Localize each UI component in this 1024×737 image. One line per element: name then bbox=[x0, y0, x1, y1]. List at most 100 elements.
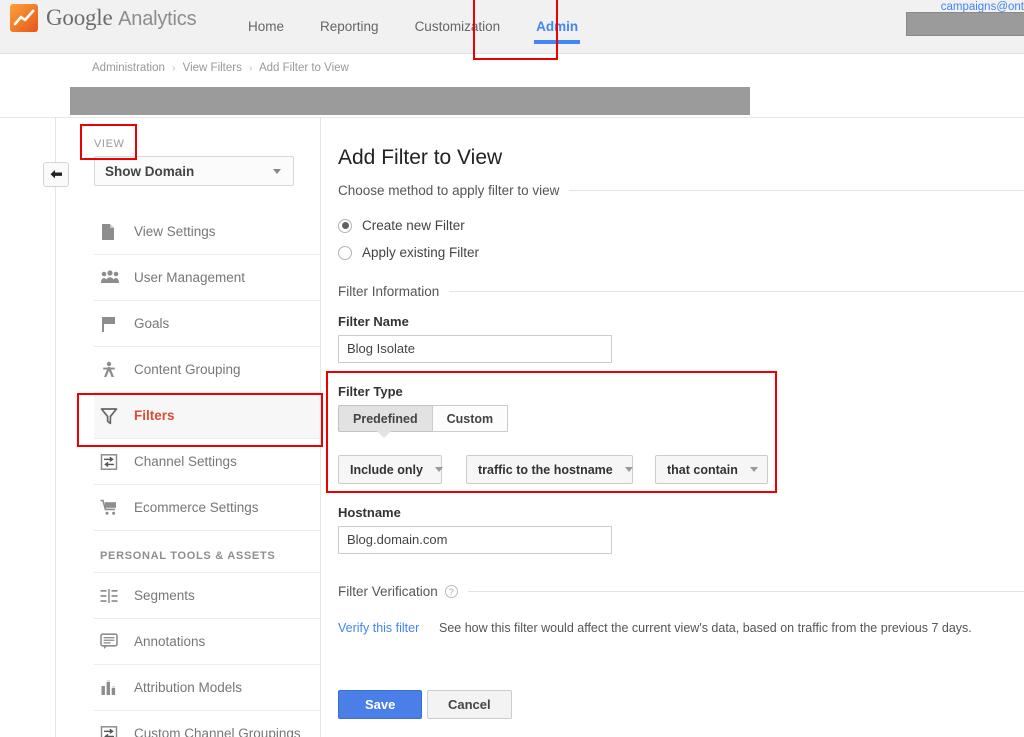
property-redaction-bar bbox=[70, 87, 750, 115]
select-value: that contain bbox=[667, 462, 738, 477]
page-title: Add Filter to View bbox=[338, 146, 503, 169]
filter-condition-select[interactable]: that contain bbox=[655, 455, 768, 484]
sidebar-item-custom-channel-groupings[interactable]: Custom Channel Groupings bbox=[94, 711, 320, 737]
sidebar-item-label: Filters bbox=[134, 408, 175, 423]
filter-verification-label: Filter Verification bbox=[338, 584, 438, 599]
choose-method-section-header: Choose method to apply filter to view bbox=[338, 183, 1024, 198]
filter-verification-section-header: Filter Verification ? bbox=[338, 584, 1024, 599]
sidebar-item-goals[interactable]: Goals bbox=[94, 301, 320, 347]
sidebar-item-label: Custom Channel Groupings bbox=[134, 726, 301, 737]
select-value: traffic to the hostname bbox=[478, 462, 613, 477]
radio-label: Create new Filter bbox=[362, 218, 465, 233]
channel-arrows-icon bbox=[100, 453, 134, 471]
nav-item-admin[interactable]: Admin bbox=[518, 0, 596, 53]
section-divider-line bbox=[467, 591, 1024, 592]
sidebar-item-label: View Settings bbox=[134, 224, 216, 239]
breadcrumb-separator: › bbox=[172, 63, 176, 74]
selected-tab-pointer-icon bbox=[377, 431, 391, 438]
logo-google-text: Google bbox=[46, 5, 113, 30]
breadcrumb-item-view-filters[interactable]: View Filters bbox=[183, 62, 242, 74]
nav-item-home[interactable]: Home bbox=[230, 0, 302, 53]
view-selector-dropdown[interactable]: Show Domain bbox=[94, 156, 294, 186]
filter-name-input[interactable]: Blog Isolate bbox=[338, 335, 612, 363]
sidebar-item-label: Attribution Models bbox=[134, 680, 243, 695]
person-grouping-icon bbox=[100, 361, 134, 379]
chevron-down-icon bbox=[273, 168, 281, 174]
verify-description-text: See how this filter would affect the cur… bbox=[439, 621, 972, 635]
sidebar-item-annotations[interactable]: Annotations bbox=[94, 619, 320, 665]
sidebar-item-filters[interactable]: Filters bbox=[94, 393, 320, 439]
sidebar-item-label: Segments bbox=[134, 588, 195, 603]
hostname-input[interactable]: Blog.domain.com bbox=[338, 526, 612, 554]
google-analytics-admin-page: Google Analytics Home Reporting Customiz… bbox=[0, 0, 1024, 737]
filter-information-label: Filter Information bbox=[338, 284, 440, 299]
primary-nav-links: Home Reporting Customization Admin bbox=[230, 0, 596, 53]
save-button[interactable]: Save bbox=[338, 690, 423, 719]
sidebar-item-channel-settings[interactable]: Channel Settings bbox=[94, 439, 320, 485]
sidebar-item-content-grouping[interactable]: Content Grouping bbox=[94, 347, 320, 393]
account-redaction-bar bbox=[906, 12, 1024, 36]
sidebar-item-label: Goals bbox=[134, 316, 170, 331]
radio-label: Apply existing Filter bbox=[362, 245, 480, 260]
sidebar-item-segments[interactable]: Segments bbox=[94, 573, 320, 619]
tab-custom[interactable]: Custom bbox=[431, 405, 509, 432]
view-column-label: VIEW bbox=[94, 138, 125, 150]
tab-predefined[interactable]: Predefined bbox=[338, 405, 432, 432]
funnel-icon bbox=[100, 407, 134, 425]
top-navigation-bar: Google Analytics Home Reporting Customiz… bbox=[0, 0, 1024, 54]
personal-tools-section-header: PERSONAL TOOLS & ASSETS bbox=[94, 539, 320, 573]
cancel-button[interactable]: Cancel bbox=[427, 690, 512, 719]
sidebar-item-label: Channel Settings bbox=[134, 454, 237, 469]
filter-type-tabs: Predefined Custom bbox=[338, 405, 509, 438]
chevron-down-icon bbox=[749, 467, 758, 472]
breadcrumb-item-add-filter-to-view[interactable]: Add Filter to View bbox=[259, 62, 349, 74]
radio-create-new-filter[interactable]: Create new Filter bbox=[338, 218, 465, 233]
choose-method-label: Choose method to apply filter to view bbox=[338, 183, 560, 198]
nav-item-customization[interactable]: Customization bbox=[397, 0, 519, 53]
breadcrumb: Administration › View Filters › Add Filt… bbox=[92, 62, 349, 74]
speech-bubble-icon bbox=[100, 633, 134, 650]
filter-type-label: Filter Type bbox=[338, 384, 403, 399]
sidebar-item-user-management[interactable]: User Management bbox=[94, 255, 320, 301]
filter-field-select[interactable]: traffic to the hostname bbox=[466, 455, 633, 484]
hostname-label: Hostname bbox=[338, 505, 401, 520]
google-analytics-logo[interactable]: Google Analytics bbox=[10, 4, 197, 32]
logo-wordmark: Google Analytics bbox=[46, 5, 197, 31]
chevron-down-icon bbox=[624, 467, 633, 472]
nav-item-reporting[interactable]: Reporting bbox=[302, 0, 397, 53]
radio-apply-existing-filter[interactable]: Apply existing Filter bbox=[338, 245, 479, 260]
sidebar-item-label: Ecommerce Settings bbox=[134, 500, 259, 515]
sidebar-menu: View Settings User Management Goals Cont… bbox=[94, 209, 320, 737]
question-mark-icon[interactable]: ? bbox=[444, 585, 458, 598]
sidebar-item-label: Content Grouping bbox=[134, 362, 241, 377]
section-divider-line bbox=[449, 291, 1024, 292]
users-icon bbox=[100, 269, 134, 286]
radio-button-selected-icon bbox=[338, 218, 352, 233]
filter-information-section-header: Filter Information bbox=[338, 284, 1024, 299]
radio-button-unselected-icon bbox=[338, 245, 352, 260]
logo-analytics-text: Analytics bbox=[118, 8, 197, 30]
bar-chart-icon bbox=[100, 679, 134, 696]
select-value: Include only bbox=[350, 462, 423, 477]
shopping-cart-icon bbox=[100, 499, 134, 516]
document-icon bbox=[100, 223, 134, 241]
filter-name-label: Filter Name bbox=[338, 314, 409, 329]
verify-this-filter-link[interactable]: Verify this filter bbox=[338, 621, 419, 635]
breadcrumb-item-administration[interactable]: Administration bbox=[92, 62, 165, 74]
sidebar-item-label: User Management bbox=[134, 270, 246, 285]
flag-icon bbox=[100, 315, 134, 333]
channel-arrows-icon bbox=[100, 725, 134, 737]
segments-icon bbox=[100, 588, 134, 604]
section-divider-line bbox=[569, 190, 1024, 191]
sidebar-item-label: Annotations bbox=[134, 634, 206, 649]
filter-match-type-select[interactable]: Include only bbox=[338, 455, 443, 484]
view-selector-value: Show Domain bbox=[105, 163, 195, 179]
analytics-logo-icon bbox=[10, 4, 38, 32]
sidebar-item-view-settings[interactable]: View Settings bbox=[94, 209, 320, 255]
admin-sidebar: VIEW Show Domain View Settings User Mana… bbox=[56, 118, 320, 737]
chevron-down-icon bbox=[434, 467, 443, 472]
sidebar-item-attribution-models[interactable]: Attribution Models bbox=[94, 665, 320, 711]
breadcrumb-separator: › bbox=[249, 63, 253, 74]
sidebar-item-ecommerce-settings[interactable]: Ecommerce Settings bbox=[94, 485, 320, 531]
main-content: Add Filter to View Choose method to appl… bbox=[321, 118, 1024, 737]
